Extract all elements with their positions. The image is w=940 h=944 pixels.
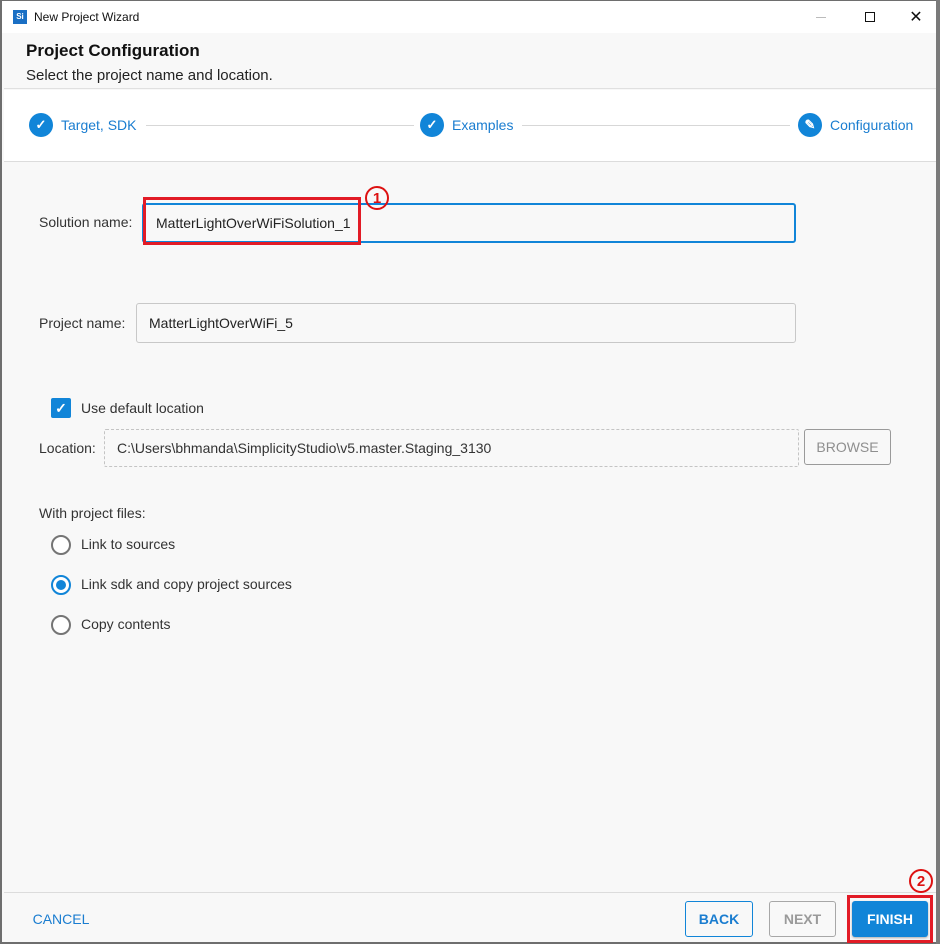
location-label: Location: xyxy=(39,440,96,456)
radio-label-link-to-sources: Link to sources xyxy=(81,536,176,552)
annotation-highlight-1 xyxy=(143,197,361,245)
step-connector xyxy=(146,125,414,126)
project-name-value: MatterLightOverWiFi_5 xyxy=(149,315,293,331)
title-bar: Si New Project Wizard ✕ xyxy=(2,1,938,33)
radio-label-copy-contents: Copy contents xyxy=(81,616,171,632)
close-button[interactable]: ✕ xyxy=(893,1,939,33)
maximize-button[interactable] xyxy=(847,1,893,33)
location-field: C:\Users\bhmanda\SimplicityStudio\v5.mas… xyxy=(104,429,799,467)
browse-button[interactable]: BROWSE xyxy=(804,429,891,465)
step-configuration[interactable]: ✎ Configuration xyxy=(798,113,913,137)
checkmark-icon: ✓ xyxy=(29,113,53,137)
minimize-icon xyxy=(816,16,826,18)
footer-divider xyxy=(4,892,938,893)
window-title: New Project Wizard xyxy=(34,10,140,24)
window-edge xyxy=(936,0,940,944)
back-button[interactable]: BACK xyxy=(685,901,753,937)
solution-name-label: Solution name: xyxy=(39,214,133,230)
step-target-sdk[interactable]: ✓ Target, SDK xyxy=(29,113,136,137)
app-logo-icon: Si xyxy=(13,10,27,24)
wizard-stepper: ✓ Target, SDK ✓ Examples ✎ Configuration xyxy=(4,90,938,162)
step-connector xyxy=(522,125,790,126)
project-files-label: With project files: xyxy=(39,505,146,521)
step-label: Examples xyxy=(452,117,514,133)
project-name-label: Project name: xyxy=(39,315,126,331)
radio-link-to-sources[interactable] xyxy=(51,535,71,555)
cancel-button[interactable]: CANCEL xyxy=(24,901,98,937)
maximize-icon xyxy=(865,12,875,22)
radio-link-sdk-copy-sources[interactable] xyxy=(51,575,71,595)
close-icon: ✕ xyxy=(909,9,923,26)
use-default-location-label: Use default location xyxy=(81,400,204,416)
step-examples[interactable]: ✓ Examples xyxy=(420,113,513,137)
pencil-icon: ✎ xyxy=(798,113,822,137)
checkmark-icon: ✓ xyxy=(420,113,444,137)
page-title: Project Configuration xyxy=(26,41,200,60)
project-name-field[interactable]: MatterLightOverWiFi_5 xyxy=(136,303,796,343)
step-label: Configuration xyxy=(830,117,914,133)
annotation-badge-1: 1 xyxy=(365,186,389,210)
step-label: Target, SDK xyxy=(61,117,137,133)
annotation-highlight-2 xyxy=(847,895,933,943)
radio-label-link-sdk-copy-sources: Link sdk and copy project sources xyxy=(81,576,292,592)
minimize-button[interactable] xyxy=(798,1,844,33)
location-value: C:\Users\bhmanda\SimplicityStudio\v5.mas… xyxy=(117,440,492,456)
annotation-badge-2: 2 xyxy=(909,869,933,893)
radio-copy-contents[interactable] xyxy=(51,615,71,635)
checkmark-icon: ✓ xyxy=(55,399,67,416)
new-project-wizard-window: Si New Project Wizard ✕ Project Configur… xyxy=(0,0,940,944)
page-header: Project Configuration Select the project… xyxy=(4,33,938,89)
next-button[interactable]: NEXT xyxy=(769,901,836,937)
use-default-location-checkbox[interactable]: ✓ xyxy=(51,398,71,418)
page-subtitle: Select the project name and location. xyxy=(26,67,273,84)
